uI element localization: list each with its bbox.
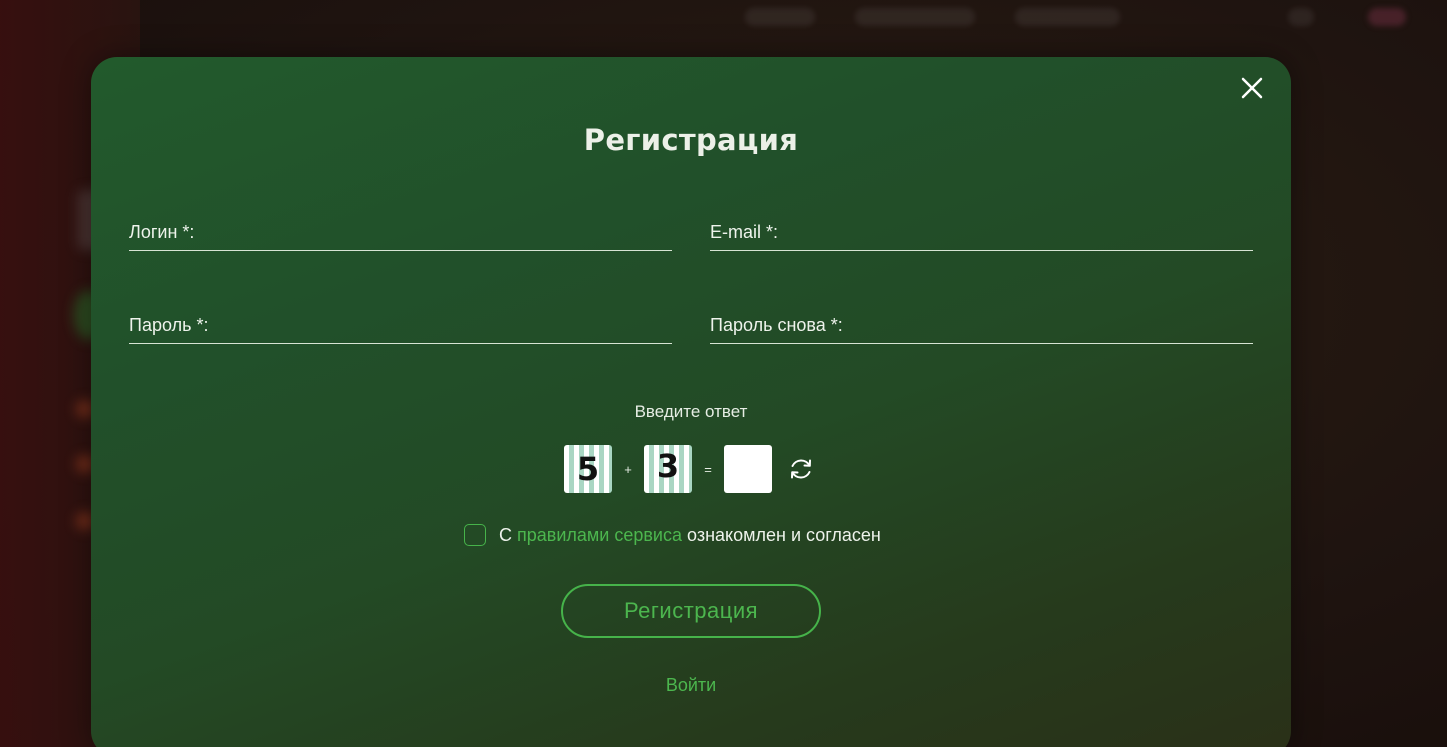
captcha-plus-sign: +	[624, 461, 632, 477]
login-link-row: Войти	[91, 675, 1291, 696]
captcha-caption: Введите ответ	[634, 402, 748, 421]
password-input[interactable]	[129, 307, 672, 343]
captcha-answer-input[interactable]	[724, 445, 772, 493]
agreement-prefix: С	[499, 524, 512, 545]
background-header	[0, 0, 1447, 40]
background-flag-icon	[1368, 8, 1406, 26]
login-link[interactable]: Войти	[666, 675, 716, 695]
register-button[interactable]: Регистрация	[561, 584, 821, 638]
captcha-second-operand: 3	[644, 445, 692, 493]
email-input[interactable]	[710, 214, 1253, 250]
registration-modal: Регистрация Логин *: E-mail *: Пароль *:…	[91, 57, 1291, 747]
background-nav-item	[745, 8, 815, 26]
close-icon	[1241, 77, 1263, 99]
refresh-icon[interactable]	[787, 455, 815, 483]
agreement-checkbox[interactable]	[464, 524, 486, 546]
agreement-suffix: ознакомлен и согласен	[687, 524, 881, 545]
captcha-equals-sign: =	[704, 461, 712, 477]
captcha: 5 + 3 =	[564, 444, 815, 494]
login-input[interactable]	[129, 214, 672, 250]
password-repeat-input[interactable]	[710, 307, 1253, 343]
agreement-row: С правилами сервиса ознакомлен и согласе…	[464, 523, 881, 547]
background-user-icon	[1288, 8, 1314, 26]
password-repeat-field[interactable]: Пароль снова *:	[710, 307, 1253, 344]
captcha-first-operand: 5	[564, 445, 612, 493]
modal-title: Регистрация	[583, 123, 799, 157]
terms-link[interactable]: правилами сервиса	[517, 525, 682, 545]
background-nav-item	[1015, 8, 1120, 26]
close-button[interactable]	[1237, 73, 1267, 103]
background-nav-item	[855, 8, 975, 26]
email-field[interactable]: E-mail *:	[710, 214, 1253, 251]
login-field[interactable]: Логин *:	[129, 214, 672, 251]
password-field[interactable]: Пароль *:	[129, 307, 672, 344]
agreement-text: С правилами сервиса ознакомлен и согласе…	[499, 525, 881, 546]
